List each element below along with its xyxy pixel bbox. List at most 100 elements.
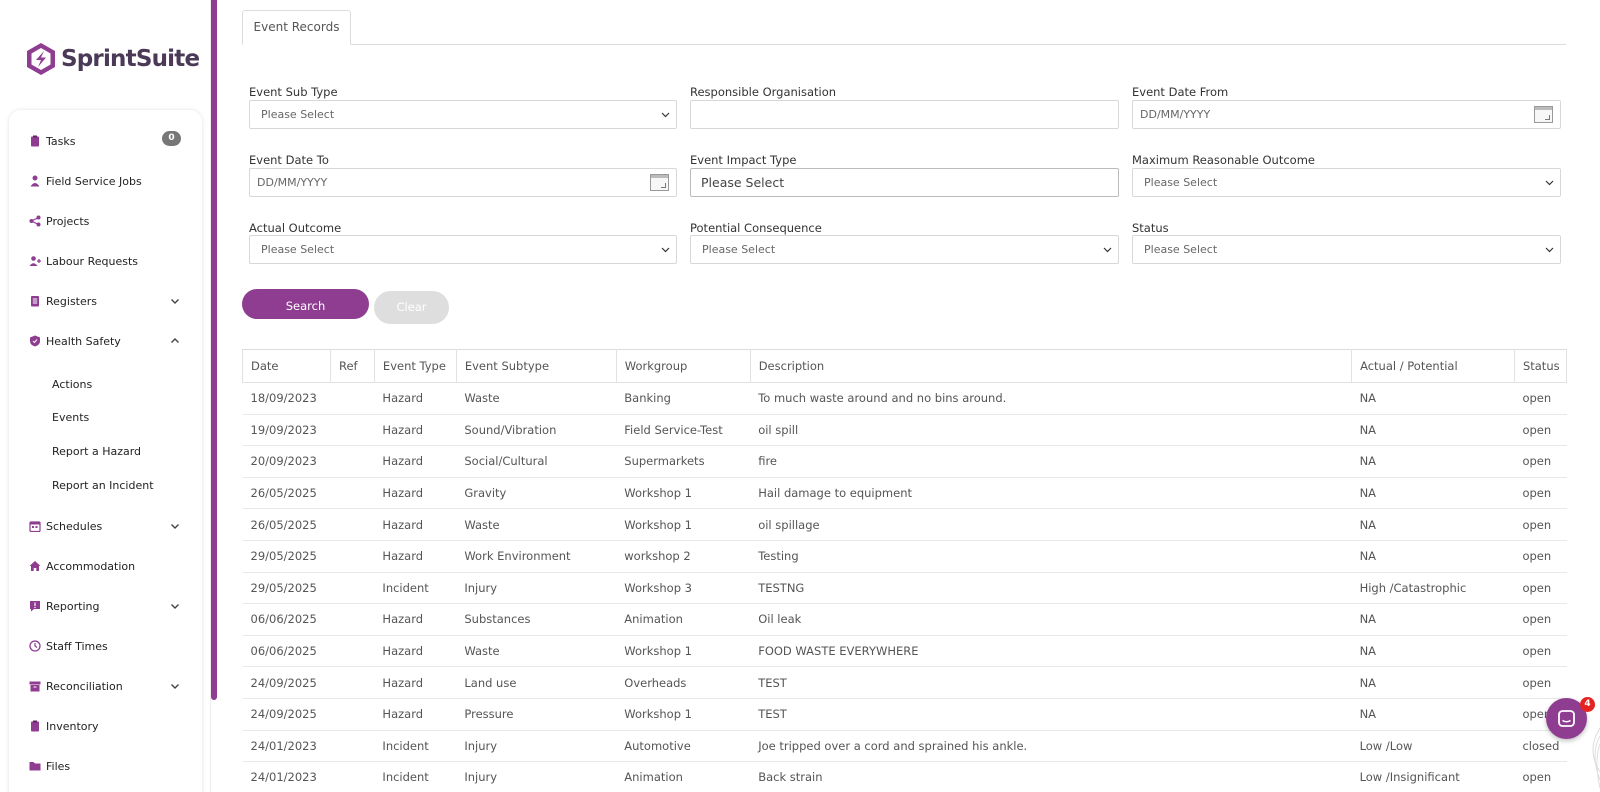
cell-ref <box>330 730 375 763</box>
potential-consequence-label: Potential Consequence <box>690 221 822 235</box>
column-header-date[interactable]: Date <box>242 349 331 383</box>
chevron-down-icon[interactable] <box>169 680 181 692</box>
sidebar-item-health-safety[interactable]: Health Safety <box>29 331 121 351</box>
table-row[interactable]: 26/05/2025 Hazard Gravity Workshop 1 Hail da… <box>242 477 1567 510</box>
table-row[interactable]: 18/09/2023 Hazard Waste Banking To much wast… <box>242 382 1567 415</box>
worker-icon <box>29 175 41 187</box>
sidebar-item-tasks[interactable]: Tasks <box>29 131 75 151</box>
table-row[interactable]: 29/05/2025 Incident Injury Workshop 3 TESTNG… <box>242 572 1567 605</box>
cell-description: fire <box>750 445 1352 478</box>
sidebar-subitem-report-hazard[interactable]: Report a Hazard <box>52 445 141 458</box>
cell-actual-potential: NA <box>1351 508 1515 541</box>
cell-date: 26/05/2025 <box>242 508 331 541</box>
cell-actual-potential: NA <box>1351 540 1515 573</box>
cell-ref <box>330 382 375 415</box>
responsible-organisation-input[interactable] <box>690 100 1119 129</box>
cell-workgroup: Overheads <box>616 666 751 699</box>
cell-status: open <box>1514 666 1567 699</box>
sidebar-item-projects[interactable]: Projects <box>29 211 89 231</box>
sidebar-item-label: Accommodation <box>46 559 136 573</box>
sidebar-item-registers[interactable]: Registers <box>29 291 97 311</box>
column-header-event-type[interactable]: Event Type <box>373 349 457 383</box>
sidebar-subitem-report-incident[interactable]: Report an Incident <box>52 479 154 492</box>
column-header-event-subtype[interactable]: Event Subtype <box>455 349 617 383</box>
table-row[interactable]: 29/05/2025 Hazard Work Environment workshop… <box>242 540 1567 573</box>
calendar-icon[interactable] <box>1534 106 1553 123</box>
cell-event-subtype: Sound/Vibration <box>456 414 617 447</box>
table-row[interactable]: 26/05/2025 Hazard Waste Workshop 1 oil spill… <box>242 508 1567 541</box>
chevron-down-icon[interactable] <box>169 520 181 532</box>
column-header-workgroup[interactable]: Workgroup <box>615 349 751 383</box>
select-value: Please Select <box>1144 176 1218 189</box>
event-sub-type-select[interactable]: Please Select <box>249 100 677 129</box>
table-row[interactable]: 24/09/2025 Hazard Pressure Workshop 1 TEST NA… <box>242 698 1567 731</box>
table-row[interactable]: 24/09/2025 Hazard Land use Overheads TEST NA o… <box>242 666 1567 699</box>
column-header-status[interactable]: Status <box>1513 349 1568 383</box>
status-label: Status <box>1132 221 1169 235</box>
cell-event-subtype: Land use <box>456 666 617 699</box>
table-row[interactable]: 20/09/2023 Hazard Social/Cultural Supermark… <box>242 445 1567 478</box>
calendar-icon <box>29 520 41 532</box>
cell-ref <box>330 666 375 699</box>
event-date-from-input[interactable]: DD/MM/YYYY <box>1132 100 1561 129</box>
cell-ref <box>330 445 375 478</box>
chevron-down-icon[interactable] <box>169 295 181 307</box>
cell-event-type: Hazard <box>374 445 457 478</box>
cell-description: To much waste around and no bins around. <box>750 382 1352 415</box>
column-header-description[interactable]: Description <box>749 349 1353 383</box>
search-button[interactable]: Search <box>242 289 369 319</box>
cell-actual-potential: NA <box>1351 603 1515 636</box>
event-date-to-input[interactable]: DD/MM/YYYY <box>249 168 677 197</box>
cell-description: TESTNG <box>750 572 1352 605</box>
sidebar-item-label: Tasks <box>46 134 76 148</box>
cell-workgroup: workshop 2 <box>616 540 751 573</box>
event-impact-type-select[interactable]: Please Select <box>690 168 1119 197</box>
sidebar-item-label: Files <box>46 759 71 773</box>
maximum-reasonable-outcome-select[interactable]: Please Select <box>1132 168 1561 197</box>
table-row[interactable]: 06/06/2025 Hazard Substances Animation Oil l… <box>242 603 1567 636</box>
sidebar-subitem-actions[interactable]: Actions <box>52 378 92 391</box>
sidebar-item-staff-times[interactable]: Staff Times <box>29 636 108 656</box>
cell-workgroup: Workshop 1 <box>616 477 751 510</box>
sidebar-subitem-events[interactable]: Events <box>52 411 89 424</box>
chevron-down-icon[interactable] <box>169 600 181 612</box>
sidebar-item-label: Registers <box>46 294 98 308</box>
cell-status: open <box>1514 445 1567 478</box>
sidebar-item-schedules[interactable]: Schedules <box>29 516 102 536</box>
cell-event-type: Hazard <box>374 508 457 541</box>
table-row[interactable]: 19/09/2023 Hazard Sound/Vibration Field Ser… <box>242 414 1567 447</box>
sidebar-item-label: Schedules <box>46 519 103 533</box>
logo[interactable]: SprintSuite <box>25 42 200 76</box>
cell-event-subtype: Injury <box>456 761 617 792</box>
archive-icon <box>29 680 41 692</box>
column-header-actual-potential[interactable]: Actual / Potential <box>1351 349 1515 383</box>
sidebar-item-reporting[interactable]: Reporting <box>29 596 99 616</box>
calendar-icon[interactable] <box>650 174 669 191</box>
sidebar-item-inventory[interactable]: Inventory <box>29 716 99 736</box>
register-icon <box>29 295 41 307</box>
sidebar-item-label: Inventory <box>46 719 99 733</box>
tab-divider <box>242 44 1566 45</box>
cell-event-type: Hazard <box>374 477 457 510</box>
event-records-table: Date Ref Event Type Event Subtype Workgr… <box>242 349 1568 792</box>
table-row[interactable]: 06/06/2025 Hazard Waste Workshop 1 FOOD WAST… <box>242 635 1567 668</box>
table-row[interactable]: 24/01/2023 Incident Injury Animation Back st… <box>242 761 1567 792</box>
sidebar-item-accommodation[interactable]: Accommodation <box>29 556 135 576</box>
actual-outcome-select[interactable]: Please Select <box>249 235 677 264</box>
status-select[interactable]: Please Select <box>1132 235 1561 264</box>
event-sub-type-label: Event Sub Type <box>249 85 338 99</box>
tab-event-records[interactable]: Event Records <box>242 10 351 45</box>
chevron-up-icon[interactable] <box>169 335 181 347</box>
sidebar-item-field-service-jobs[interactable]: Field Service Jobs <box>29 171 142 191</box>
clear-button[interactable]: Clear <box>374 291 449 324</box>
sidebar-item-reconciliation[interactable]: Reconciliation <box>29 676 123 696</box>
table-row[interactable]: 24/01/2023 Incident Injury Automotive Joe tr… <box>242 730 1567 763</box>
cell-actual-potential: Low /Insignificant <box>1351 761 1515 792</box>
sidebar-item-files[interactable]: Files <box>29 756 70 776</box>
clock-icon <box>29 640 41 652</box>
sidebar-scrollbar[interactable] <box>211 0 217 700</box>
sidebar-item-labour-requests[interactable]: Labour Requests <box>29 251 138 271</box>
potential-consequence-select[interactable]: Please Select <box>690 235 1119 264</box>
column-header-ref[interactable]: Ref <box>329 349 375 383</box>
sidebar-item-label: Reconciliation <box>46 679 123 693</box>
